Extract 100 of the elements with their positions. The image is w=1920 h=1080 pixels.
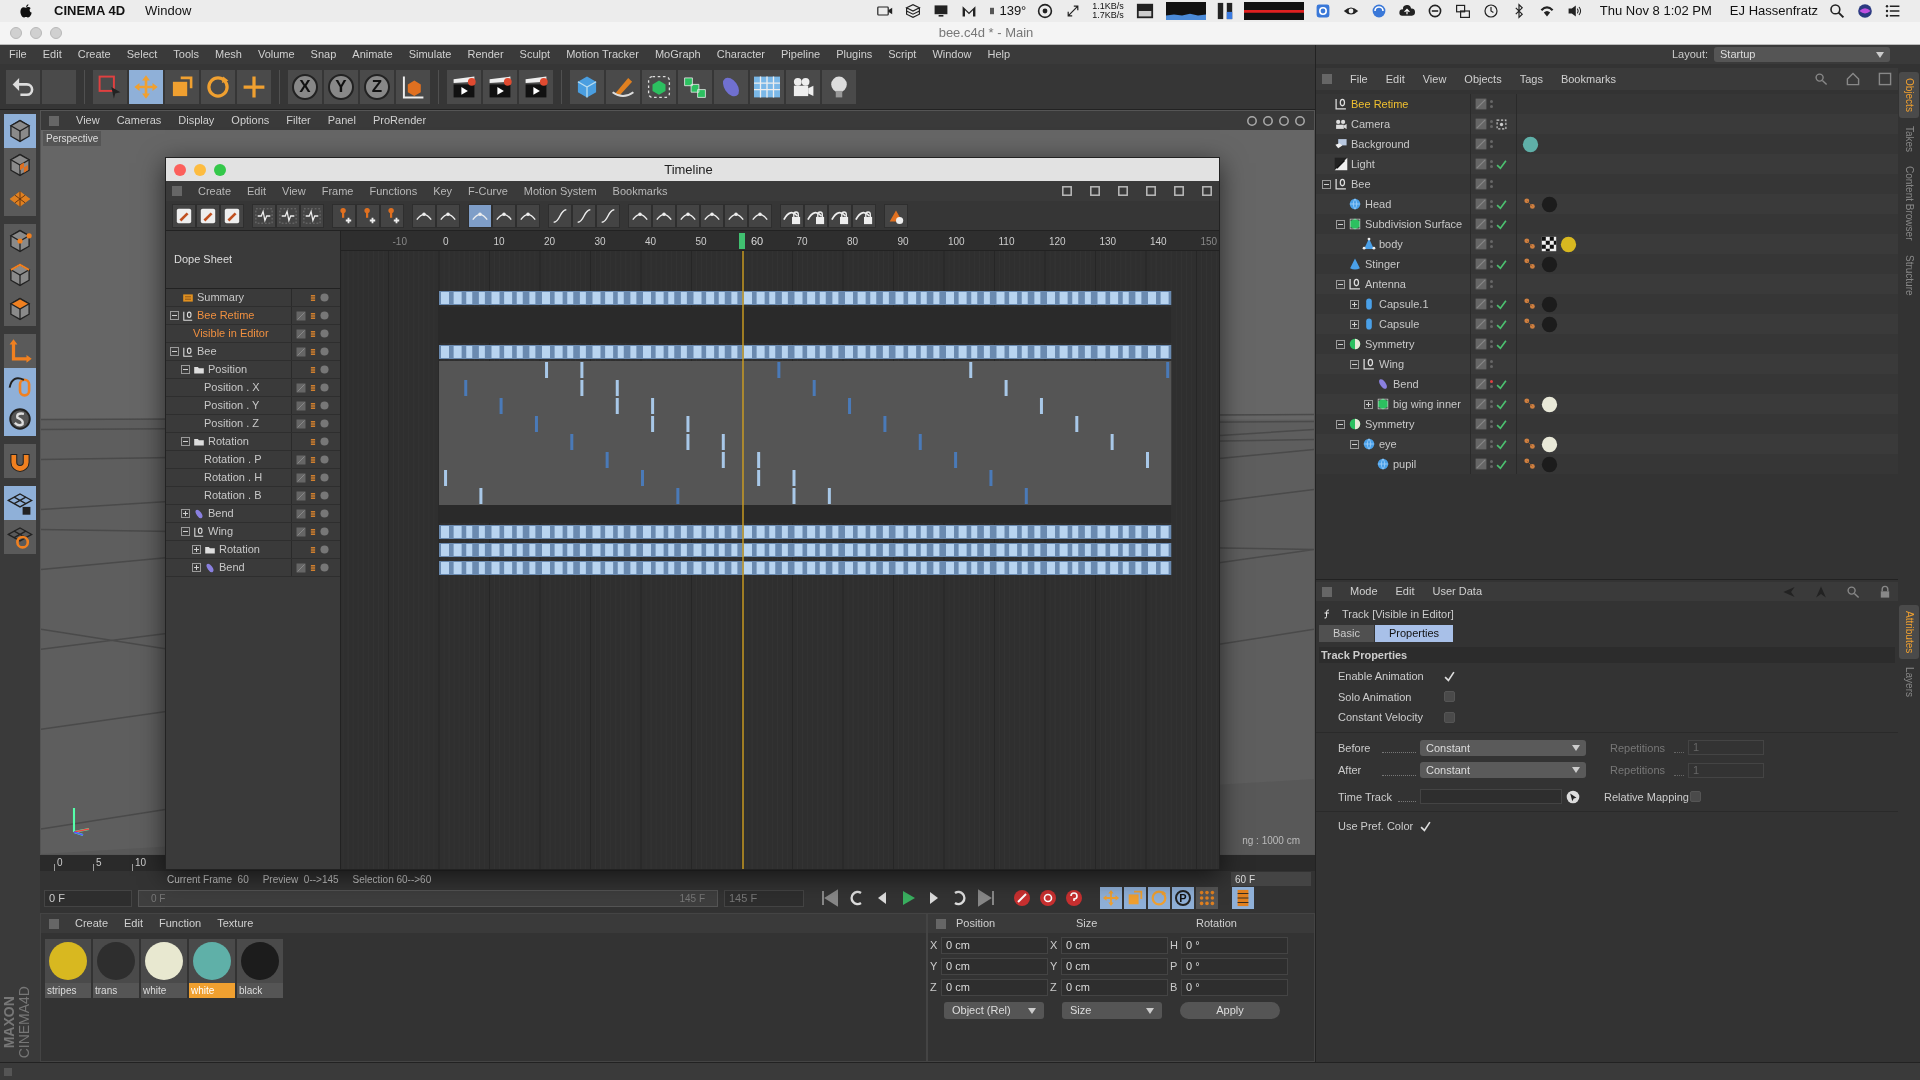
material-swatch[interactable]: black	[237, 939, 283, 998]
object-name[interactable]: Light	[1351, 155, 1375, 173]
track-name[interactable]: Bee Retime	[197, 307, 255, 324]
object-name[interactable]: Camera	[1351, 115, 1391, 133]
object-name[interactable]: Head	[1365, 195, 1392, 213]
menu-item[interactable]: ProRender	[372, 112, 427, 129]
track-name[interactable]: Rotation	[219, 541, 260, 558]
track-name[interactable]: Rotation . B	[204, 487, 262, 504]
object-name[interactable]: Stinger	[1365, 255, 1400, 273]
side-tab[interactable]: Attributes	[1899, 605, 1919, 660]
menu-item[interactable]: Key	[433, 182, 453, 200]
menu-item[interactable]: Objects	[1464, 70, 1502, 88]
menu-item[interactable]: Select	[126, 46, 158, 63]
menu-item[interactable]: Animate	[352, 46, 393, 63]
object-name[interactable]: big wing inner	[1393, 395, 1461, 413]
track-name[interactable]: Summary	[197, 289, 245, 306]
side-tab[interactable]: Structure	[1899, 248, 1919, 302]
value-field[interactable]: 0 °	[1181, 958, 1288, 975]
value-field[interactable]: 0 cm	[941, 979, 1048, 996]
user-name[interactable]: EJ Hassenfratz	[1729, 1, 1818, 21]
menu-item[interactable]: Texture	[217, 915, 254, 932]
menu-item[interactable]: Edit	[42, 46, 62, 63]
menu-item[interactable]: Character	[716, 46, 766, 63]
menu-item[interactable]: Bookmarks	[1560, 70, 1616, 88]
side-tab[interactable]: Takes	[1899, 119, 1919, 159]
menu-item[interactable]: Create	[198, 182, 232, 200]
menu-item[interactable]: Help	[987, 46, 1011, 63]
key-button[interactable]: P	[1172, 887, 1194, 909]
menu-item[interactable]: File	[9, 46, 27, 63]
menu-item[interactable]: Motion System	[523, 182, 597, 200]
track-name[interactable]: Rotation . P	[204, 451, 262, 468]
object-name[interactable]: Bee	[1351, 175, 1371, 193]
menu-item[interactable]: Create	[77, 46, 111, 63]
layout-dropdown[interactable]: Startup	[1714, 47, 1890, 62]
material-swatch[interactable]: stripes	[45, 939, 91, 998]
dropdown[interactable]: Constant	[1420, 762, 1586, 779]
menu-item[interactable]: Edit	[1395, 583, 1415, 600]
menu-item[interactable]: View	[1422, 70, 1447, 88]
menu-item[interactable]: Window	[932, 46, 972, 63]
track-name[interactable]: Wing	[208, 523, 234, 540]
menu-item[interactable]: User Data	[1432, 583, 1483, 600]
object-name[interactable]: Wing	[1379, 355, 1405, 373]
track-name[interactable]: Rotation . H	[204, 469, 263, 486]
object-name[interactable]: Capsule	[1379, 315, 1420, 333]
menu-item[interactable]: Motion Tracker	[566, 46, 639, 63]
menu-item[interactable]: Create	[75, 915, 109, 932]
menu-item[interactable]: Tags	[1519, 70, 1543, 88]
clock[interactable]: Thu Nov 8 1:02 PM	[1599, 1, 1712, 21]
side-tab[interactable]: Objects	[1899, 72, 1919, 118]
tab[interactable]: Basic	[1319, 625, 1374, 642]
menu-item[interactable]: Tools	[173, 46, 199, 63]
menu-item[interactable]: Render	[467, 46, 504, 63]
menu-item[interactable]: Bookmarks	[612, 182, 668, 200]
apply-button[interactable]: Apply	[1180, 1002, 1280, 1019]
tab[interactable]: Properties	[1374, 625, 1454, 642]
object-name[interactable]: Antenna	[1365, 275, 1406, 293]
menu-item[interactable]: Snap	[310, 46, 337, 63]
track-name[interactable]: Bend	[208, 505, 234, 522]
value-field[interactable]: 0 cm	[941, 937, 1048, 954]
menu-item[interactable]: Edit	[1385, 70, 1405, 88]
value-field[interactable]: 0 °	[1181, 937, 1288, 954]
object-name[interactable]: Bend	[1393, 375, 1419, 393]
value-field[interactable]: 0 cm	[1061, 937, 1168, 954]
object-name[interactable]: Bee Retime	[1351, 95, 1409, 113]
menu-item[interactable]: Cameras	[116, 112, 162, 129]
menu-item[interactable]: Edit	[247, 182, 266, 200]
value-field[interactable]: 0 cm	[1061, 958, 1168, 975]
menu-item[interactable]: MoGraph	[654, 46, 701, 63]
menu-item[interactable]: Filter	[286, 112, 311, 129]
object-name[interactable]: Symmetry	[1365, 335, 1415, 353]
menu-item[interactable]: Mode	[1350, 583, 1378, 600]
value-field[interactable]: 0 cm	[941, 958, 1048, 975]
axis-lock-button[interactable]: X	[288, 69, 322, 104]
object-name[interactable]: body	[1379, 235, 1403, 253]
frame-field[interactable]: 60 F	[1231, 872, 1311, 886]
menu-item[interactable]: Sculpt	[519, 46, 551, 63]
object-name[interactable]: Background	[1351, 135, 1410, 153]
menu-item[interactable]: Script	[888, 46, 917, 63]
side-tab[interactable]: Content Browser	[1899, 160, 1919, 247]
track-name[interactable]: Position . X	[204, 379, 260, 396]
menu-item[interactable]: Pipeline	[781, 46, 821, 63]
menu-item[interactable]: Window	[145, 1, 192, 21]
menu-item[interactable]: Display	[178, 112, 215, 129]
track-name[interactable]: Visible in Editor	[193, 325, 269, 342]
menu-item[interactable]: Simulate	[408, 46, 452, 63]
track-name[interactable]: Bee	[197, 343, 217, 360]
material-swatch[interactable]: trans	[93, 939, 139, 998]
app-name[interactable]: CINEMA 4D	[54, 1, 126, 21]
dropdown[interactable]: Size	[1062, 1002, 1162, 1019]
menu-item[interactable]: File	[1350, 70, 1368, 88]
value-field[interactable]: 0 °	[1181, 979, 1288, 996]
object-name[interactable]: pupil	[1393, 455, 1417, 473]
value-field[interactable]: 0 cm	[1061, 979, 1168, 996]
menu-item[interactable]: Volume	[257, 46, 295, 63]
menu-item[interactable]: F-Curve	[468, 182, 508, 200]
track-name[interactable]: Position . Y	[204, 397, 260, 414]
menu-item[interactable]: Edit	[124, 915, 143, 932]
start-frame-field[interactable]: 0 F	[44, 889, 132, 907]
track-name[interactable]: Position	[208, 361, 248, 378]
menu-item[interactable]: Panel	[327, 112, 356, 129]
